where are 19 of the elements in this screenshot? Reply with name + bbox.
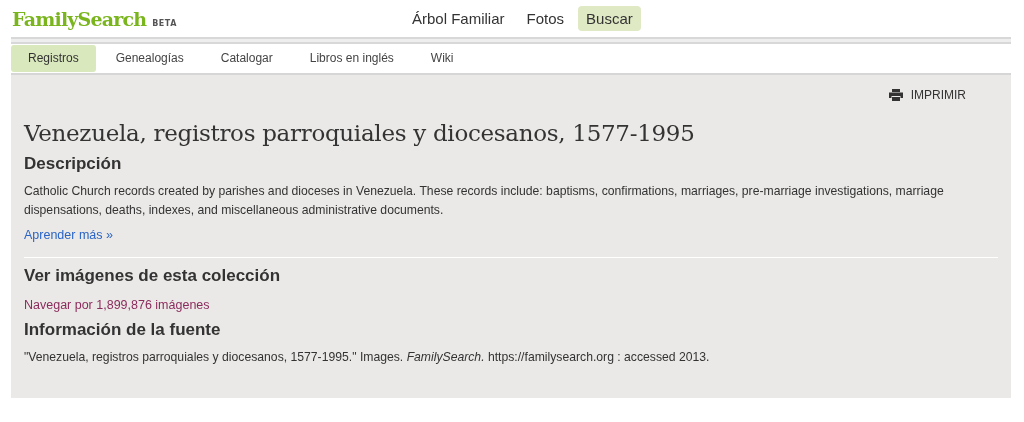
tab[interactable]: Genealogías [98, 45, 201, 72]
tab[interactable]: Libros en inglés [292, 45, 411, 72]
section-heading: Información de la fuente [24, 320, 222, 340]
printer-icon [888, 89, 903, 101]
description-text: Catholic Church records created by parishes and dioceses in Venezuela. These records include: baptisms, confirmations, marriages, pre-marriage investigations, marriage dispensations, deaths, indexes, and miscellaneous administrative documents. [24, 183, 945, 219]
tab[interactable]: Wiki [413, 45, 471, 72]
nav-link[interactable]: Árbol Familiar [404, 6, 513, 31]
tab[interactable]: Registros [11, 45, 96, 72]
beta-label: BETA [152, 18, 177, 28]
browse-images-link[interactable]: Navegar por 1,899,876 imágenes [24, 298, 210, 312]
page-title: Venezuela, registros parroquiales y diocesanos, 1577-1995 [24, 120, 696, 146]
citation-text: "Venezuela, registros parroquiales y diocesanos, 1577-1995." Images. FamilySearch. https://familysearch.org : accessed 2013. [24, 349, 711, 366]
learn-more-link[interactable]: Aprender más » [24, 228, 113, 242]
nav-link[interactable]: Buscar [578, 6, 641, 31]
print-button[interactable]: IMPRIMIR [888, 88, 966, 102]
tab[interactable]: Catalogar [203, 45, 290, 72]
section-heading: Ver imágenes de esta colección [24, 266, 282, 286]
section-heading: Descripción [24, 154, 123, 174]
nav-link[interactable]: Fotos [518, 6, 573, 31]
